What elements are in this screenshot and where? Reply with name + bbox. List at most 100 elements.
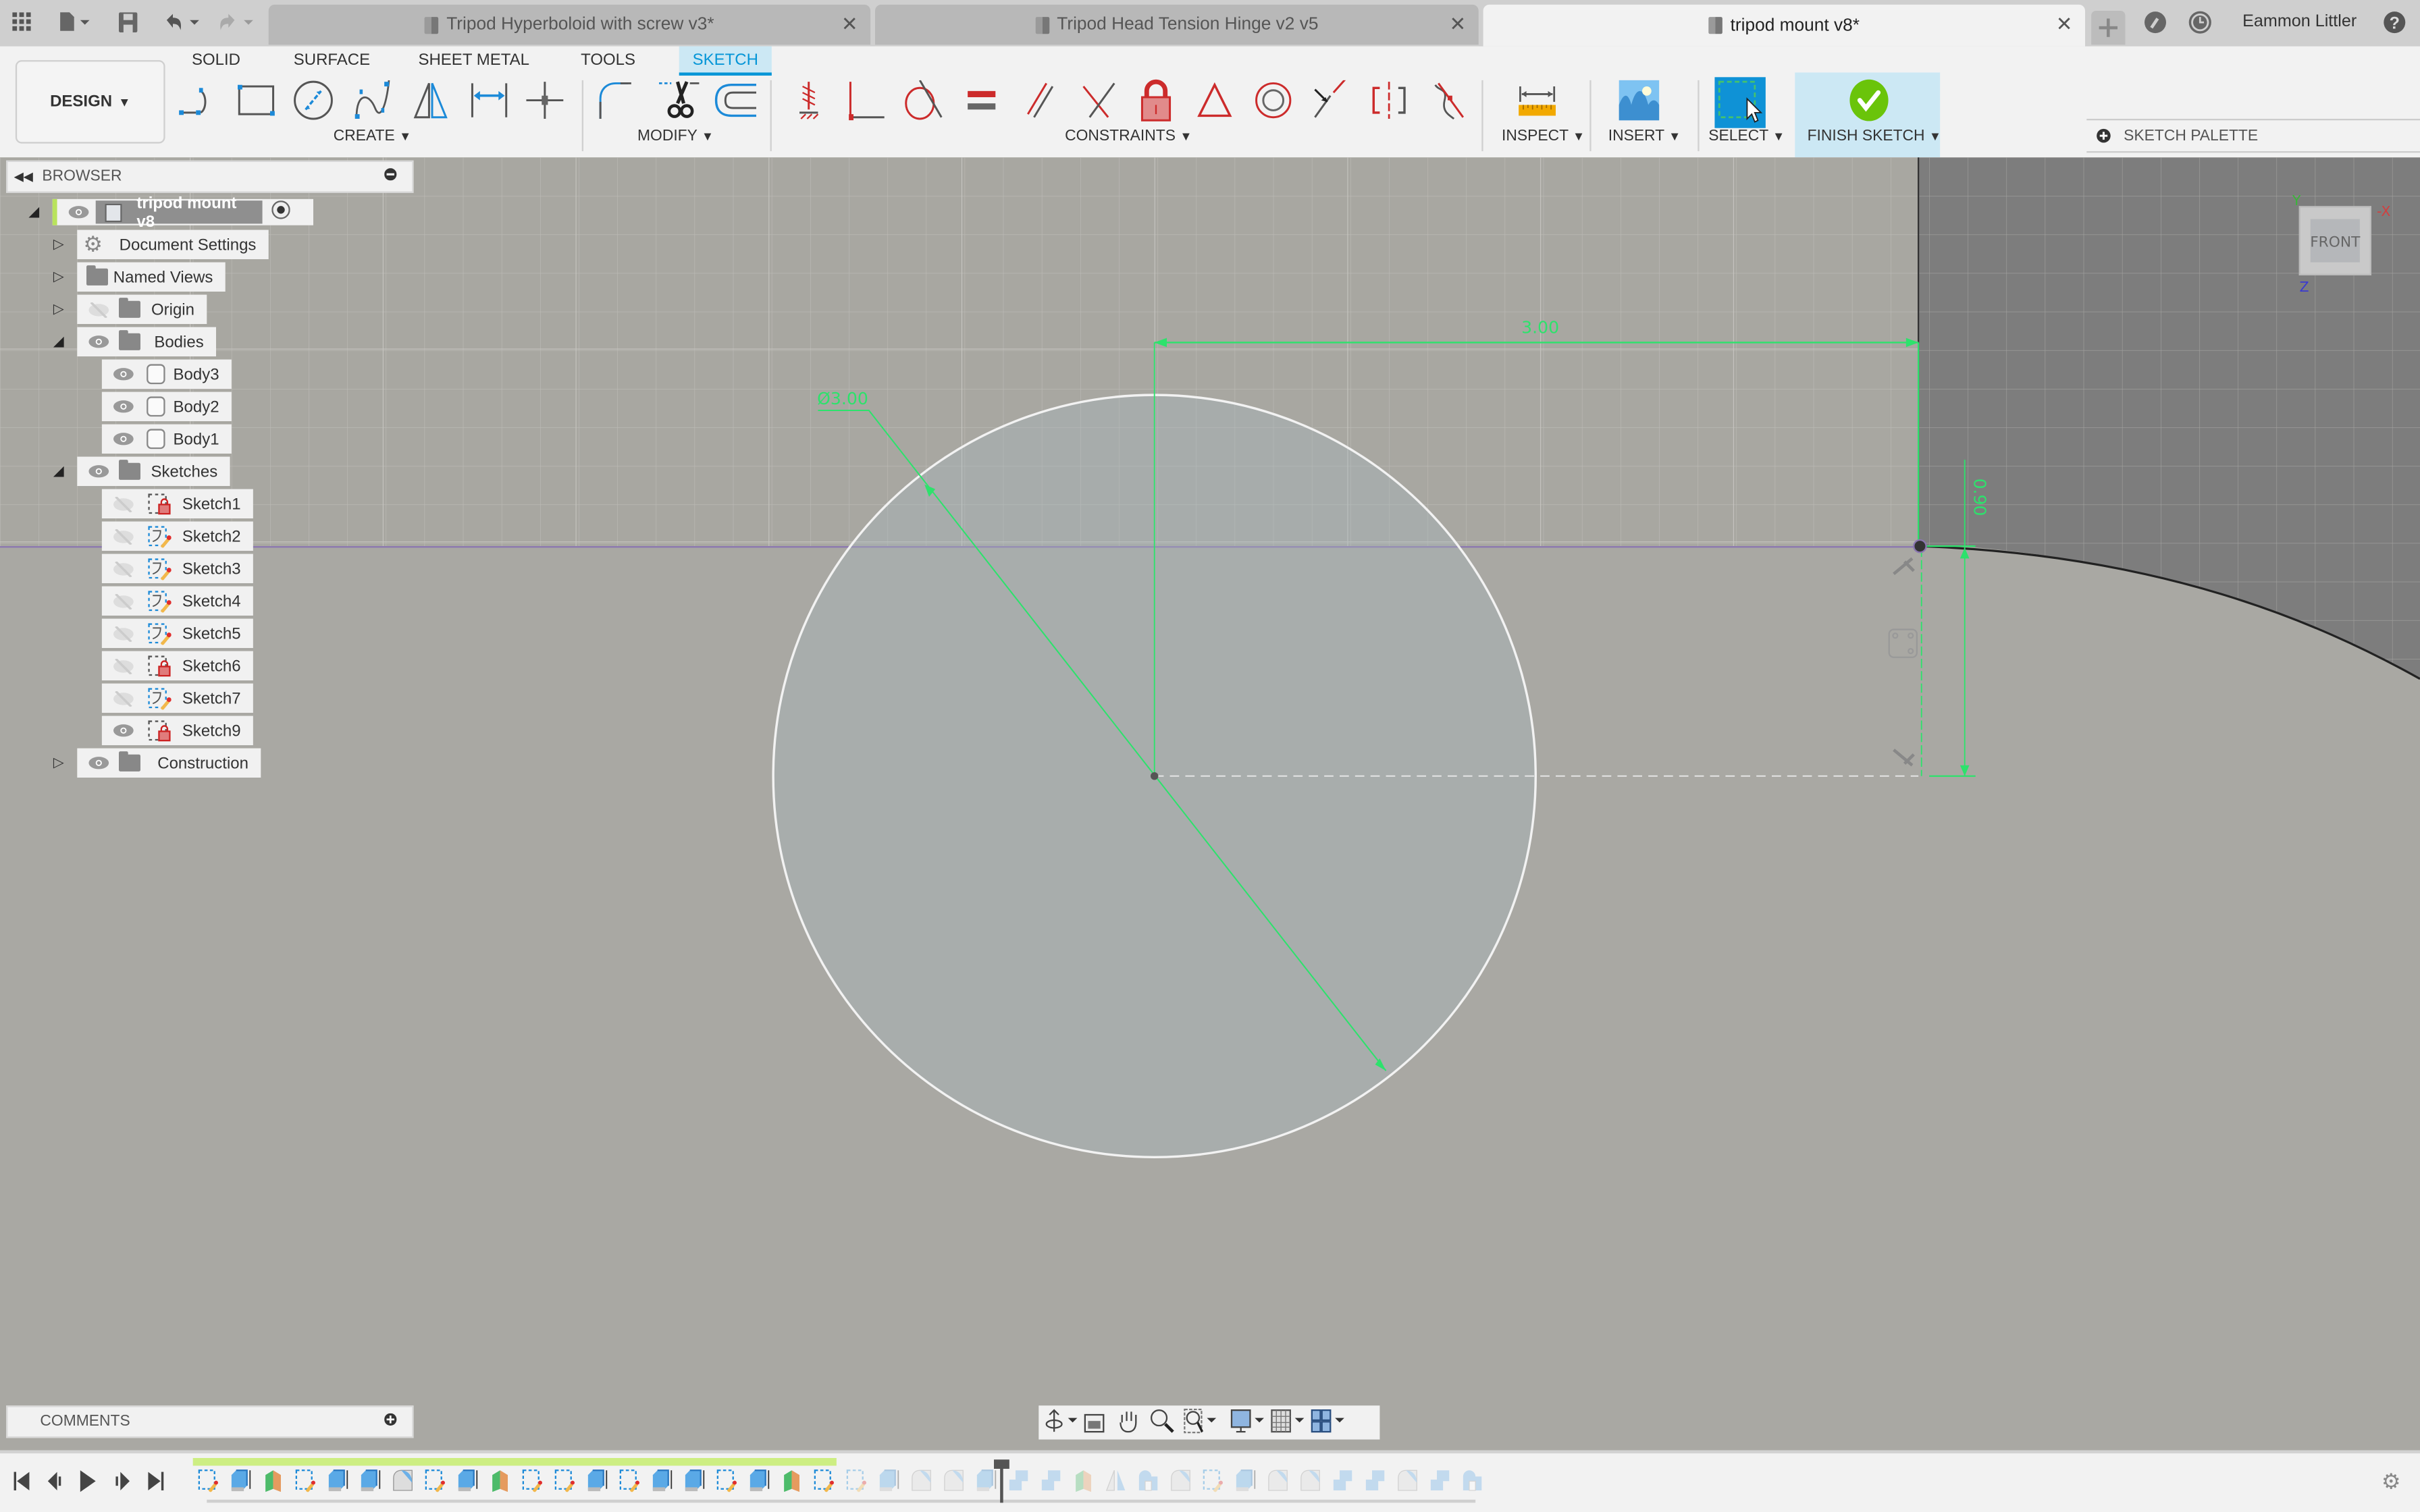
extensions-button[interactable]: [2144, 11, 2169, 36]
point-tool[interactable]: [522, 77, 569, 124]
expand-arrow[interactable]: ▷: [51, 301, 66, 319]
timeline-feature-fillet-rolled-back[interactable]: [911, 1469, 932, 1492]
timeline-feature-combine-rolled-back[interactable]: [1008, 1469, 1030, 1492]
sketch-point[interactable]: [1913, 539, 1927, 554]
timeline-feature-extrude[interactable]: [230, 1469, 252, 1492]
go-to-start-button[interactable]: [12, 1470, 30, 1496]
eye-icon[interactable]: [86, 464, 109, 479]
eye-hidden-icon[interactable]: [111, 657, 134, 674]
trim-tool[interactable]: [656, 77, 702, 124]
create-menu[interactable]: CREATE ▼: [334, 128, 411, 145]
display-settings-button[interactable]: [1230, 1408, 1267, 1437]
document-tab-active[interactable]: tripod mount v8* ✕: [1483, 4, 2085, 47]
collapse-arrow[interactable]: ◢: [26, 204, 42, 222]
timeline-feature-extrude[interactable]: [587, 1469, 608, 1492]
timeline-feature-fillet-rolled-back[interactable]: [1397, 1469, 1419, 1492]
expand-arrow[interactable]: ▷: [51, 269, 66, 287]
spline-tool[interactable]: [349, 77, 396, 124]
eye-icon[interactable]: [111, 723, 134, 738]
eye-hidden-icon[interactable]: [111, 528, 134, 544]
fix-ground-constraint[interactable]: [785, 77, 832, 124]
workspace-switcher[interactable]: DESIGN ▼: [15, 60, 165, 144]
timeline-feature-fillet-rolled-back[interactable]: [943, 1469, 965, 1492]
close-tab-icon[interactable]: ✕: [2056, 12, 2073, 37]
timeline-feature-extrude[interactable]: [360, 1469, 382, 1492]
circle-tool[interactable]: [290, 77, 337, 124]
tab-tools[interactable]: TOOLS: [574, 47, 642, 73]
browser-sketch-item[interactable]: Sketch9: [101, 716, 253, 745]
timeline-feature-combine-rolled-back[interactable]: [1332, 1469, 1354, 1492]
activate-radio-icon[interactable]: [271, 200, 290, 223]
help-button[interactable]: ?: [2383, 11, 2408, 36]
viewport-canvas[interactable]: 3.00 Ø3.00 0.90 FRONT Y -X Z: [0, 157, 2420, 1447]
eye-hidden-icon[interactable]: [111, 690, 134, 706]
browser-node-bodies[interactable]: Bodies: [77, 327, 216, 356]
circle-center-point[interactable]: [1150, 772, 1159, 780]
eye-hidden-icon[interactable]: [86, 301, 109, 317]
browser-body-item[interactable]: Body2: [101, 392, 232, 421]
parallel-constraint[interactable]: [1017, 77, 1063, 124]
offset-tool[interactable]: [713, 77, 760, 124]
timeline-feature-plane[interactable]: [490, 1469, 511, 1492]
sketch-dimension-tool[interactable]: [466, 77, 512, 124]
insert-menu[interactable]: INSERT ▼: [1608, 128, 1681, 145]
timeline-feature-extrude-rolled-back[interactable]: [878, 1469, 900, 1492]
eye-icon[interactable]: [111, 367, 134, 382]
timeline-feature-sketch[interactable]: [522, 1469, 544, 1493]
go-to-end-button[interactable]: [147, 1470, 165, 1496]
smooth-constraint[interactable]: [1425, 77, 1471, 124]
timeline-feature-plane[interactable]: [263, 1469, 284, 1492]
app-menu-button[interactable]: [9, 9, 34, 34]
sketch-view[interactable]: 3.00 Ø3.00 0.90 FRONT Y -X Z: [0, 157, 2420, 1447]
equal-constraint[interactable]: [958, 77, 1005, 124]
tab-surface[interactable]: SURFACE: [293, 47, 370, 73]
eye-hidden-icon[interactable]: [111, 560, 134, 576]
mirror-tool[interactable]: [407, 77, 454, 124]
user-account-menu[interactable]: Eammon Littler: [2242, 12, 2357, 30]
comments-panel-header[interactable]: COMMENTS: [6, 1405, 414, 1438]
timeline-feature-fillet-rolled-back[interactable]: [1300, 1469, 1321, 1492]
timeline-feature-sketch[interactable]: [716, 1469, 738, 1493]
insert-canvas-tool[interactable]: [1616, 77, 1662, 124]
eye-icon[interactable]: [111, 431, 134, 447]
eye-icon[interactable]: [111, 399, 134, 414]
timeline-feature-extrude-rolled-back[interactable]: [976, 1469, 997, 1492]
browser-sketch-item[interactable]: Sketch2: [101, 521, 253, 551]
horizontal-dimension[interactable]: 3.00: [1521, 318, 1559, 338]
tab-sheet-metal[interactable]: SHEET METAL: [417, 47, 531, 73]
step-forward-button[interactable]: [113, 1470, 131, 1496]
add-comment-icon[interactable]: [384, 1413, 397, 1430]
minimize-panel-icon[interactable]: [384, 168, 397, 185]
timeline-feature-extrude[interactable]: [327, 1469, 349, 1492]
eye-hidden-icon[interactable]: [111, 495, 134, 512]
collinear-constraint[interactable]: [1307, 77, 1354, 124]
browser-root-node[interactable]: tripod mount v8: [52, 194, 313, 231]
timeline-feature-fillet[interactable]: [392, 1469, 414, 1492]
vertical-dimension[interactable]: 0.90: [1970, 479, 1989, 516]
sketch-palette-header[interactable]: SKETCH PALETTE: [2086, 118, 2420, 153]
expand-arrow[interactable]: ▷: [51, 236, 66, 254]
diameter-dimension[interactable]: Ø3.00: [817, 389, 868, 408]
step-back-button[interactable]: [47, 1470, 65, 1496]
document-tab[interactable]: Tripod Hyperboloid with screw v3* ✕: [268, 4, 871, 45]
browser-sketch-item[interactable]: Sketch1: [101, 489, 253, 518]
timeline-feature-extrude-rolled-back[interactable]: [1235, 1469, 1257, 1492]
timeline-feature-sketch[interactable]: [295, 1469, 317, 1493]
tangent-constraint[interactable]: [900, 77, 947, 124]
timeline-feature-sketch-rolled-back[interactable]: [846, 1469, 868, 1493]
symmetry-constraint[interactable]: [1366, 77, 1413, 124]
redo-button[interactable]: [213, 9, 259, 34]
fix-unfix-constraint[interactable]: [1133, 77, 1180, 124]
collapse-arrow[interactable]: ◢: [51, 463, 66, 481]
timeline-feature-plane-rolled-back[interactable]: [1073, 1469, 1095, 1492]
viewports-button[interactable]: [1311, 1408, 1348, 1437]
look-at-button[interactable]: [1082, 1408, 1107, 1437]
eye-icon[interactable]: [86, 755, 109, 771]
timeline-feature-hole-rolled-back[interactable]: [1462, 1469, 1483, 1492]
browser-node-document-settings[interactable]: ⚙ Document Settings: [77, 230, 269, 259]
timeline-feature-mirror-rolled-back[interactable]: [1105, 1469, 1127, 1492]
midpoint-constraint[interactable]: [1192, 77, 1238, 124]
timeline-feature-sketch[interactable]: [619, 1469, 641, 1493]
browser-body-item[interactable]: Body1: [101, 424, 232, 454]
browser-node-origin[interactable]: Origin: [77, 294, 207, 324]
